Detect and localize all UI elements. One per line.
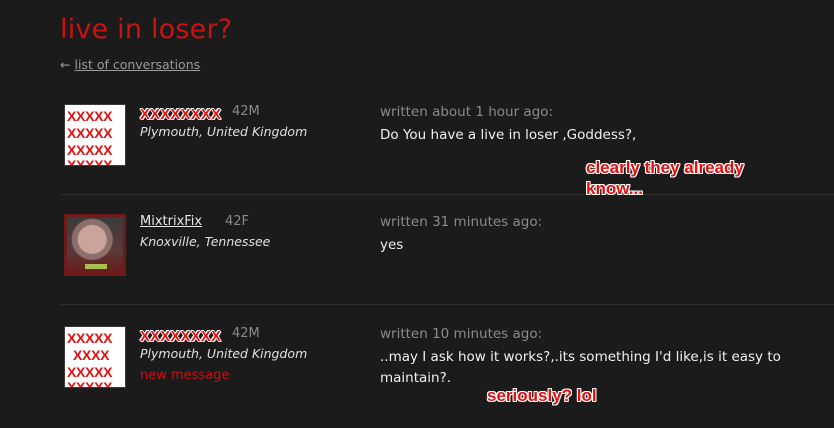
annotation-seriously-lol: seriously? lol bbox=[487, 386, 597, 405]
avatar-redaction-text: XXXXX bbox=[67, 108, 113, 124]
location: Plymouth, United Kingdom bbox=[140, 124, 308, 139]
message-text: Do You have a live in loser ,Goddess?, bbox=[380, 127, 637, 143]
avatar-redaction-text: XXXXX bbox=[67, 379, 113, 388]
list-of-conversations-link[interactable]: list of conversations bbox=[74, 57, 200, 72]
back-to-conversations: ← list of conversations bbox=[60, 57, 200, 72]
username-link[interactable]: MixtrixFix bbox=[140, 214, 202, 229]
avatar[interactable]: XXXXX XXXX XXXXX XXXXX bbox=[64, 326, 126, 388]
message-row: XXXXX XXXX XXXXX XXXXX XXXXXXXX 42M Plym… bbox=[60, 326, 834, 426]
avatar[interactable] bbox=[64, 214, 126, 276]
written-time: written 10 minutes ago: bbox=[380, 326, 543, 342]
message-row: MixtrixFix 42F Knoxville, Tennessee writ… bbox=[60, 214, 834, 294]
avatar[interactable]: XXXXX XXXXX XXXXX XXXXX bbox=[64, 104, 126, 166]
back-arrow-icon: ← bbox=[60, 57, 71, 72]
avatar-redaction-text: XXXXX bbox=[67, 125, 113, 141]
username-link[interactable]: XXXXXXXX bbox=[140, 107, 221, 123]
age-sex: 42F bbox=[225, 214, 250, 229]
location: Knoxville, Tennessee bbox=[140, 234, 271, 249]
avatar-redaction-text: XXXXX bbox=[67, 364, 113, 380]
avatar-redaction-text: XXXXX bbox=[67, 157, 113, 166]
written-time: written about 1 hour ago: bbox=[380, 104, 554, 120]
message-text: yes bbox=[380, 237, 404, 253]
conversation-page: live in loser? ← list of conversations XX… bbox=[0, 0, 834, 428]
new-message-link[interactable]: new message bbox=[140, 368, 229, 383]
divider bbox=[60, 304, 834, 305]
location: Plymouth, United Kingdom bbox=[140, 346, 308, 361]
avatar-redaction-text: XXXX bbox=[73, 347, 110, 363]
avatar-redaction-text: XXXXX bbox=[67, 142, 113, 158]
avatar-redaction-text: XXXXX bbox=[67, 330, 113, 346]
written-time: written 31 minutes ago: bbox=[380, 214, 543, 230]
age-sex: 42M bbox=[232, 104, 260, 119]
username-link[interactable]: XXXXXXXX bbox=[140, 329, 221, 345]
annotation-clearly-they-know: clearly they already know... bbox=[586, 158, 744, 198]
message-text: ..may I ask how it works?,.its something… bbox=[380, 349, 781, 386]
avatar-frame-decoration bbox=[85, 264, 107, 269]
page-title: live in loser? bbox=[60, 14, 233, 45]
age-sex: 42M bbox=[232, 326, 260, 341]
